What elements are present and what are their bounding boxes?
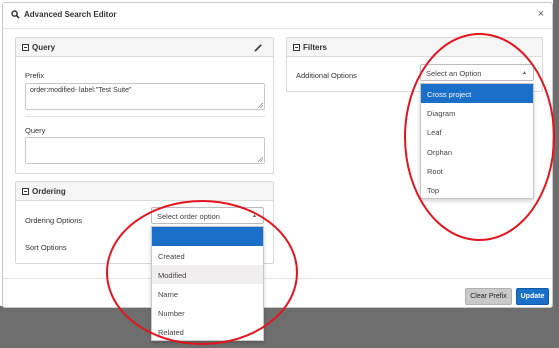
filter-dropdown-list: Cross project Diagram Leaf Orphan Root T… <box>420 83 534 199</box>
query-panel: Query Prefix order:modified- label:"Test… <box>15 37 274 174</box>
order-option[interactable]: Number <box>152 303 263 322</box>
modal-title: Advanced Search Editor <box>11 10 116 19</box>
filter-option[interactable]: Top <box>421 180 533 199</box>
footer-divider <box>3 278 552 279</box>
order-dropdown-list: Created Modified Name Number Related <box>151 226 264 341</box>
query-panel-heading: Query <box>16 38 273 57</box>
modal-title-text: Advanced Search Editor <box>24 10 117 19</box>
order-select[interactable]: Select order option ▲ <box>151 207 264 224</box>
modal-backdrop <box>0 306 559 348</box>
close-button[interactable]: × <box>538 8 544 20</box>
caret-up-icon: ▲ <box>252 213 257 219</box>
order-option[interactable]: Modified <box>152 265 263 284</box>
modal-backdrop-edge <box>553 0 559 348</box>
filters-panel-title: Filters <box>303 43 328 52</box>
search-icon <box>11 10 20 19</box>
filter-option[interactable]: Leaf <box>421 122 533 141</box>
order-option[interactable]: Related <box>152 322 263 341</box>
query-panel-title: Query <box>32 43 56 52</box>
order-option[interactable] <box>152 227 263 246</box>
clear-prefix-button[interactable]: Clear Prefix <box>465 288 512 305</box>
prefix-textarea[interactable]: order:modified- label:"Test Suite" <box>25 83 265 110</box>
ordering-panel-title: Ordering <box>32 187 66 196</box>
query-divider <box>25 116 265 117</box>
filters-panel-heading: Filters <box>287 38 542 57</box>
filter-option[interactable]: Cross project <box>421 84 533 103</box>
filter-option[interactable]: Orphan <box>421 142 533 161</box>
order-option[interactable]: Created <box>152 246 263 265</box>
collapse-icon[interactable] <box>293 44 300 51</box>
filter-option[interactable]: Diagram <box>421 103 533 122</box>
order-option[interactable]: Name <box>152 284 263 303</box>
ordering-options-label: Ordering Options <box>25 216 83 225</box>
pencil-icon[interactable] <box>254 43 263 52</box>
resize-handle-icon[interactable] <box>258 103 263 108</box>
query-label: Query <box>25 126 46 135</box>
order-select-placeholder: Select order option <box>157 212 220 221</box>
prefix-value: order:modified- label:"Test Suite" <box>30 87 132 94</box>
filter-option[interactable]: Root <box>421 161 533 180</box>
caret-up-icon: ▲ <box>522 70 527 76</box>
ordering-panel-heading: Ordering <box>16 182 273 201</box>
collapse-icon[interactable] <box>22 188 29 195</box>
modal-header: Advanced Search Editor × <box>3 3 552 29</box>
collapse-icon[interactable] <box>22 44 29 51</box>
resize-handle-icon[interactable] <box>258 157 263 162</box>
sort-options-label: Sort Options <box>25 243 67 252</box>
filter-select-placeholder: Select an Option <box>426 69 482 78</box>
query-textarea[interactable] <box>25 137 265 164</box>
filter-option-select[interactable]: Select an Option ▲ <box>420 64 534 81</box>
additional-options-label: Additional Options <box>296 71 357 80</box>
update-button[interactable]: Update <box>516 288 549 305</box>
prefix-label: Prefix <box>25 71 45 80</box>
